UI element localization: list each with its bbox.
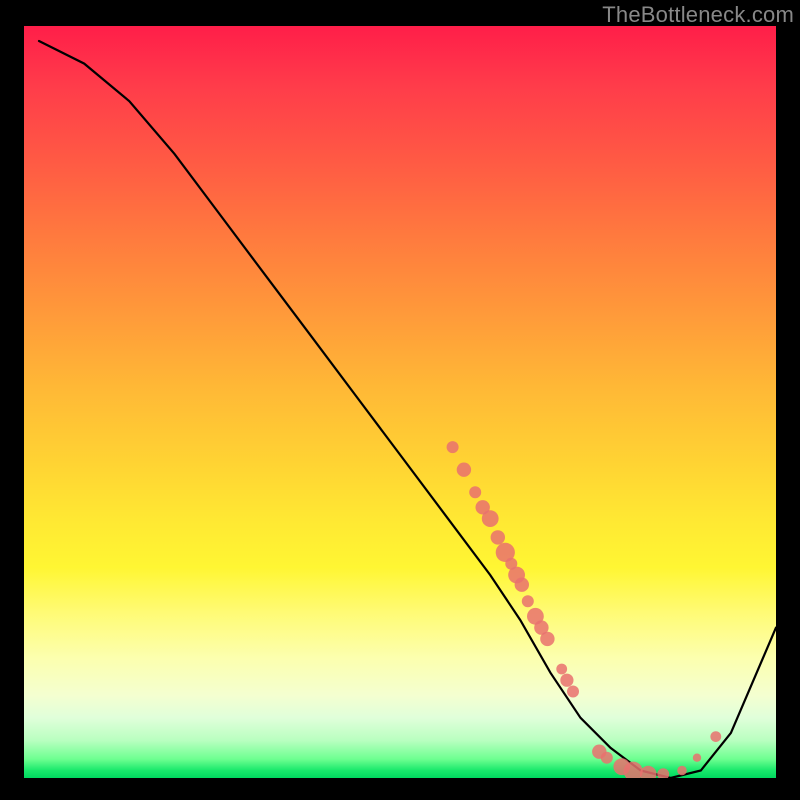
data-marker	[560, 674, 573, 687]
data-marker	[677, 766, 687, 776]
data-marker	[522, 595, 534, 607]
watermark-text: TheBottleneck.com	[602, 2, 794, 28]
chart-svg	[24, 26, 776, 778]
data-marker	[540, 632, 554, 646]
data-marker	[710, 731, 721, 742]
data-marker	[567, 686, 579, 698]
bottleneck-curve	[39, 41, 776, 778]
data-marker	[482, 510, 499, 527]
chart-frame	[24, 26, 776, 778]
data-marker	[469, 486, 481, 498]
data-marker	[556, 664, 567, 675]
data-marker	[640, 766, 657, 778]
data-marker	[515, 578, 529, 592]
data-marker	[657, 768, 669, 778]
data-marker	[601, 752, 613, 764]
chart-line-layer	[39, 41, 776, 778]
data-marker	[447, 441, 459, 453]
chart-marker-layer	[447, 441, 722, 778]
data-marker	[693, 754, 701, 762]
data-marker	[491, 530, 505, 544]
data-marker	[457, 463, 471, 477]
